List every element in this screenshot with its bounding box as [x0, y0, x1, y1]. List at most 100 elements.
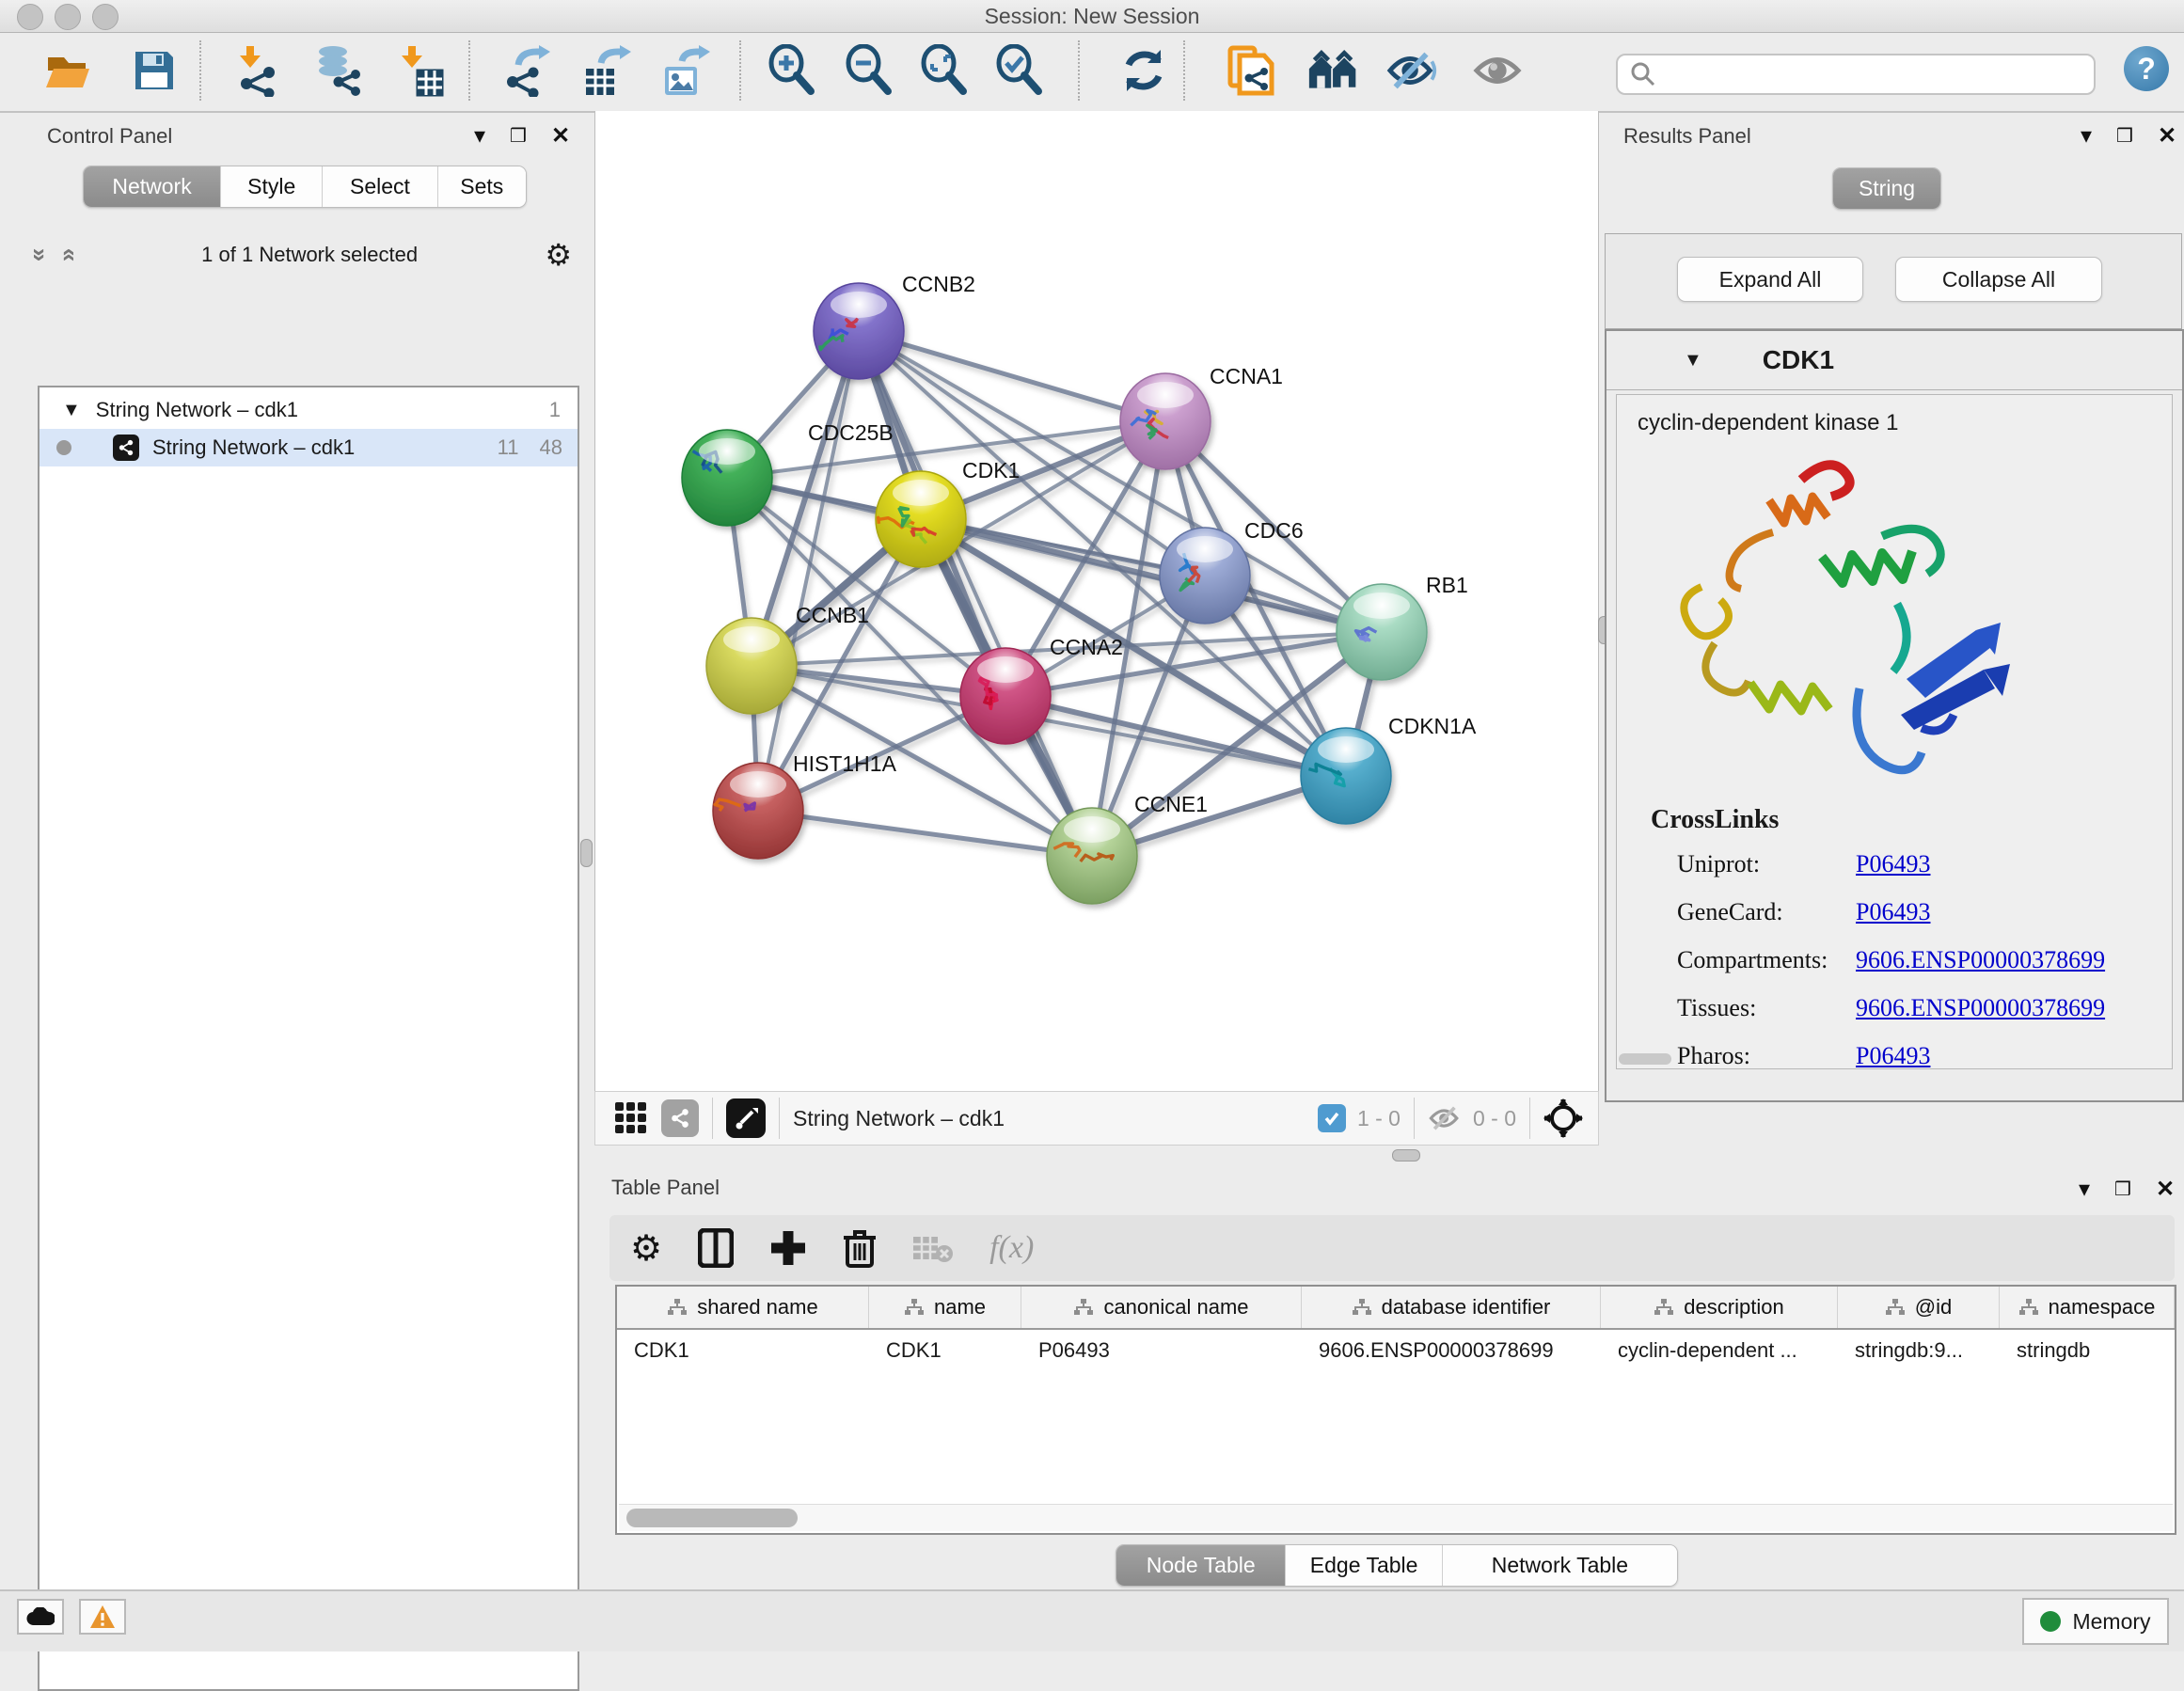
table-settings-gear-icon[interactable]: ⚙ [630, 1227, 662, 1270]
tab-select[interactable]: Select [322, 166, 436, 207]
help-button[interactable]: ? [2124, 46, 2169, 91]
section-expand-icon[interactable]: ▼ [1684, 350, 1702, 371]
scrollbar-thumb[interactable] [626, 1509, 798, 1527]
panel-close-icon[interactable]: ✕ [2158, 122, 2176, 150]
node-CDC6[interactable] [1160, 528, 1250, 624]
node-CCNB2[interactable] [814, 283, 904, 379]
tab-network-table[interactable]: Network Table [1442, 1545, 1677, 1586]
table-cell[interactable]: stringdb [2000, 1330, 2175, 1371]
zoom-fit-icon[interactable] [918, 44, 971, 97]
export-image-icon[interactable] [658, 44, 711, 97]
apply-layout-icon[interactable] [1117, 44, 1170, 97]
panel-float-icon[interactable]: ❒ [2116, 124, 2133, 148]
export-table-icon[interactable] [579, 44, 632, 97]
node-RB1[interactable] [1337, 584, 1427, 680]
protein-section-header[interactable]: ▼ CDK1 [1606, 331, 2182, 390]
table-cell[interactable]: 9606.ENSP00000378699 [1302, 1330, 1601, 1371]
hide-selected-eye-slash-icon[interactable] [1386, 44, 1439, 97]
node-CCNE1[interactable] [1047, 808, 1137, 904]
toolbar-separator [199, 40, 201, 101]
panel-menu-icon[interactable]: ▾ [2079, 1176, 2090, 1203]
tab-network[interactable]: Network [84, 166, 220, 207]
tab-style[interactable]: Style [220, 166, 322, 207]
export-network-icon[interactable] [500, 44, 553, 97]
table-cell[interactable]: CDK1 [869, 1330, 1021, 1371]
left-splitter-handle[interactable] [580, 839, 593, 867]
table-row[interactable]: CDK1CDK1P064939606.ENSP00000378699cyclin… [617, 1330, 2175, 1371]
table-cell[interactable]: CDK1 [617, 1330, 869, 1371]
zoom-selected-icon[interactable] [993, 44, 1046, 97]
network-canvas[interactable]: CCNB2CCNA1CDC25BCDK1CDC6RB1CCNB1CCNA2CDK… [594, 111, 1599, 1091]
network-row[interactable]: String Network – cdk1 11 48 [40, 429, 578, 466]
column-header-database-identifier[interactable]: database identifier [1302, 1287, 1601, 1328]
table-cell[interactable]: P06493 [1021, 1330, 1302, 1371]
node-CDC25B[interactable] [682, 430, 772, 526]
collapse-all-networks-icon[interactable]: » [55, 248, 80, 261]
column-header--id[interactable]: @id [1838, 1287, 2000, 1328]
grid-view-icon[interactable] [614, 1101, 648, 1135]
memory-button[interactable]: Memory [2022, 1598, 2169, 1645]
column-header-canonical-name[interactable]: canonical name [1021, 1287, 1302, 1328]
network-collection-row[interactable]: ▼ String Network – cdk1 1 [40, 391, 578, 429]
zoom-in-icon[interactable] [766, 44, 818, 97]
column-header-namespace[interactable]: namespace [2000, 1287, 2175, 1328]
node-CCNA2[interactable] [960, 648, 1051, 744]
edge-CCNB2-CCNE1[interactable] [859, 331, 1092, 856]
collection-expand-icon[interactable]: ▼ [62, 400, 81, 421]
tab-sets[interactable]: Sets [437, 166, 526, 207]
panel-menu-icon[interactable]: ▾ [2081, 122, 2092, 150]
crosslink-link[interactable]: 9606.ENSP00000378699 [1856, 994, 2105, 1022]
column-header-description[interactable]: description [1601, 1287, 1838, 1328]
node-CCNB1[interactable] [706, 618, 797, 714]
crosslink-link[interactable]: P06493 [1856, 898, 1930, 926]
zoom-out-icon[interactable] [843, 44, 895, 97]
table-cell[interactable]: stringdb:9... [1838, 1330, 2000, 1371]
cloud-button[interactable] [17, 1599, 64, 1635]
tab-string[interactable]: String [1833, 168, 1940, 209]
table-horizontal-scrollbar[interactable] [619, 1504, 2173, 1531]
panel-close-icon[interactable]: ✕ [551, 122, 570, 150]
import-network-file-icon[interactable] [231, 44, 284, 97]
tab-node-table[interactable]: Node Table [1116, 1545, 1285, 1586]
delete-column-trash-icon[interactable] [843, 1228, 877, 1268]
network-view-share-icon[interactable] [661, 1099, 699, 1137]
node-HIST1H1A[interactable] [713, 763, 803, 859]
panel-float-icon[interactable]: ❒ [510, 124, 527, 148]
crosslink-link[interactable]: P06493 [1856, 1042, 1930, 1070]
birds-eye-view-icon[interactable] [726, 1098, 766, 1138]
open-session-icon[interactable] [41, 44, 94, 97]
fit-content-crosshair-icon[interactable] [1543, 1098, 1583, 1138]
crosslink-link[interactable]: P06493 [1856, 850, 1930, 878]
column-header-name[interactable]: name [869, 1287, 1021, 1328]
save-session-icon[interactable] [128, 44, 181, 97]
search-input[interactable] [1665, 61, 2094, 87]
panel-float-icon[interactable]: ❒ [2114, 1177, 2131, 1201]
tab-edge-table[interactable]: Edge Table [1285, 1545, 1441, 1586]
expand-all-button[interactable]: Expand All [1677, 257, 1863, 302]
show-all-eye-icon[interactable] [1471, 44, 1524, 97]
column-header-shared-name[interactable]: shared name [617, 1287, 869, 1328]
table-cell[interactable]: cyclin-dependent ... [1601, 1330, 1838, 1371]
create-column-plus-icon[interactable] [769, 1229, 807, 1267]
edge-CCNB2-CCNA1[interactable] [859, 331, 1165, 421]
warnings-button[interactable] [79, 1599, 126, 1635]
expand-all-networks-icon[interactable]: » [28, 248, 53, 261]
clone-network-icon[interactable] [1225, 44, 1277, 97]
first-neighbors-icon[interactable] [1307, 44, 1360, 97]
panel-close-icon[interactable]: ✕ [2156, 1176, 2175, 1203]
edge-HIST1H1A-CCNE1[interactable] [758, 811, 1092, 856]
import-network-database-icon[interactable] [310, 44, 363, 97]
horizontal-splitter-handle[interactable] [1392, 1149, 1420, 1162]
import-table-file-icon[interactable] [393, 44, 446, 97]
network-options-gear-icon[interactable]: ⚙ [545, 237, 572, 273]
show-columns-icon[interactable] [698, 1228, 734, 1268]
collapse-all-button[interactable]: Collapse All [1895, 257, 2102, 302]
edge-CCNA2-CDKN1A[interactable] [1005, 696, 1346, 776]
panel-menu-icon[interactable]: ▾ [474, 122, 485, 150]
crosslink-link[interactable]: 9606.ENSP00000378699 [1856, 946, 2105, 974]
search-box[interactable] [1616, 54, 2096, 95]
node-CDKN1A[interactable] [1301, 728, 1391, 824]
node-CCNA1[interactable] [1120, 373, 1211, 469]
node-CDK1[interactable] [876, 471, 966, 567]
results-scrollbar-thumb[interactable] [1619, 1053, 1671, 1065]
